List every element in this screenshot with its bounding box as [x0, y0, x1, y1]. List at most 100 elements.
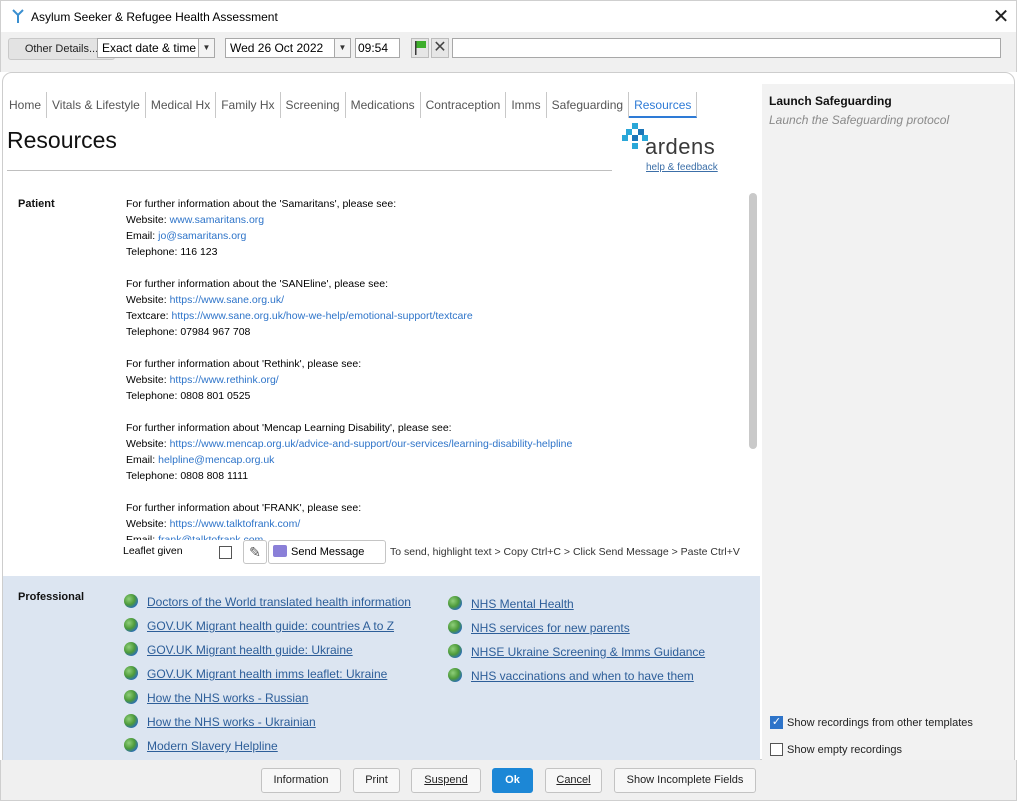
resource-line: Website: https://www.mencap.org.uk/advic…	[126, 436, 746, 452]
globe-icon	[124, 666, 138, 680]
tab-imms[interactable]: Imms	[506, 92, 547, 118]
tab-resources[interactable]: Resources	[629, 92, 698, 118]
suspend-button[interactable]: Suspend	[411, 768, 481, 793]
page-title: Resources	[7, 127, 117, 153]
resource-line: Website: https://www.sane.org.uk/	[126, 292, 746, 308]
tab-bar: Home Vitals & Lifestyle Medical Hx Family H…	[4, 92, 698, 118]
resource-line-key: Telephone:	[126, 326, 178, 338]
tab-family-hx[interactable]: Family Hx	[216, 92, 281, 118]
resource-line-key: Website:	[126, 294, 167, 306]
resource-line-key: Telephone:	[126, 390, 178, 402]
green-flag-icon	[415, 41, 426, 55]
notes-input[interactable]	[452, 38, 1001, 58]
resource-line-key: Website:	[126, 518, 167, 530]
resource-link[interactable]: helpline@mencap.org.uk	[158, 454, 274, 466]
globe-icon	[124, 642, 138, 656]
resource-link[interactable]: https://www.talktofrank.com/	[170, 518, 301, 530]
globe-icon	[124, 594, 138, 608]
resource-link[interactable]: https://www.rethink.org/	[170, 374, 279, 386]
resource-line-key: Textcare:	[126, 310, 169, 322]
resource-link[interactable]: www.samaritans.org	[170, 214, 265, 226]
resource-line: Website: www.samaritans.org	[126, 212, 746, 228]
resource-line: Telephone: 07984 967 708	[126, 324, 746, 340]
help-feedback-link[interactable]: help & feedback	[646, 162, 718, 173]
professional-link[interactable]: Modern Slavery Helpline	[147, 739, 278, 753]
professional-link[interactable]: NHS Mental Health	[471, 597, 574, 611]
send-message-hint: To send, highlight text > Copy Ctrl+C > …	[390, 546, 740, 558]
flag-button[interactable]	[411, 38, 429, 58]
cancel-button[interactable]: Cancel	[545, 768, 602, 793]
close-icon[interactable]: ✕	[986, 3, 1016, 31]
show-empty-recordings-checkbox[interactable]	[770, 743, 783, 756]
professional-link[interactable]: How the NHS works - Russian	[147, 691, 308, 705]
resource-line: Email: helpline@mencap.org.uk	[126, 452, 746, 468]
pencil-icon[interactable]: ✎	[243, 540, 267, 564]
title-divider	[7, 170, 612, 171]
tab-screening[interactable]: Screening	[281, 92, 346, 118]
professional-link[interactable]: NHS vaccinations and when to have them	[471, 669, 694, 683]
vertical-scrollbar[interactable]	[749, 193, 757, 449]
resource-line-key: Email:	[126, 534, 156, 540]
time-input[interactable]: 09:54	[355, 38, 400, 58]
show-empty-recordings-label: Show empty recordings	[787, 744, 902, 756]
window-title: Asylum Seeker & Refugee Health Assessmen…	[31, 10, 278, 24]
resource-link[interactable]: jo@samaritans.org	[158, 230, 246, 242]
chevron-down-icon: ▼	[334, 39, 350, 57]
resource-line-key: Website:	[126, 374, 167, 386]
show-incomplete-fields-button[interactable]: Show Incomplete Fields	[614, 768, 756, 793]
tab-home[interactable]: Home	[4, 92, 48, 118]
tab-vitals-lifestyle[interactable]: Vitals & Lifestyle	[47, 92, 146, 118]
resource-block: For further information about 'FRANK', p…	[126, 500, 746, 540]
resource-line: Telephone: 116 123	[126, 244, 746, 260]
globe-icon	[124, 714, 138, 728]
tab-safeguarding[interactable]: Safeguarding	[547, 92, 630, 118]
send-message-label: Send Message	[291, 546, 365, 558]
professional-link[interactable]: GOV.UK Migrant health guide: countries A…	[147, 619, 394, 633]
resource-value: 116 123	[180, 246, 218, 258]
resource-link[interactable]: https://www.mencap.org.uk/advice-and-sup…	[170, 438, 573, 450]
resource-line: Telephone: 0808 808 1111	[126, 468, 746, 484]
resource-intro: For further information about 'FRANK', p…	[126, 502, 362, 514]
professional-link[interactable]: How the NHS works - Ukrainian	[147, 715, 316, 729]
date-select[interactable]: Wed 26 Oct 2022 ▼	[225, 38, 351, 58]
resource-line: Email: frank@talktofrank.com	[126, 532, 746, 540]
professional-link[interactable]: NHS services for new parents	[471, 621, 630, 635]
send-message-button[interactable]: Send Message	[268, 540, 386, 564]
resource-intro: For further information about the 'Samar…	[126, 198, 397, 210]
resource-line: Website: https://www.talktofrank.com/	[126, 516, 746, 532]
information-button[interactable]: Information	[261, 768, 341, 793]
resource-value: 07984 967 708	[180, 326, 251, 338]
resource-line: Email: jo@samaritans.org	[126, 228, 746, 244]
resource-link[interactable]: https://www.sane.org.uk/how-we-help/emot…	[172, 310, 473, 322]
ok-button[interactable]: Ok	[492, 768, 533, 793]
app-logo-icon	[12, 9, 24, 23]
date-mode-select[interactable]: Exact date & time ▼	[97, 38, 215, 58]
resource-block: For further information about the 'SANEl…	[126, 276, 746, 340]
resource-line: Textcare: https://www.sane.org.uk/how-we…	[126, 308, 746, 324]
ardens-logo-text: ardens	[645, 134, 716, 159]
professional-link[interactable]: NHSE Ukraine Screening & Imms Guidance	[471, 645, 705, 659]
tab-medications[interactable]: Medications	[346, 92, 421, 118]
professional-link[interactable]: GOV.UK Migrant health guide: Ukraine	[147, 643, 353, 657]
show-other-recordings-checkbox[interactable]: ✓	[770, 716, 783, 729]
resource-intro: For further information about 'Mencap Le…	[126, 422, 452, 434]
launch-safeguarding-description: Launch the Safeguarding protocol	[769, 113, 950, 127]
launch-safeguarding-title[interactable]: Launch Safeguarding	[769, 94, 892, 108]
globe-icon	[448, 620, 462, 634]
print-button[interactable]: Print	[353, 768, 400, 793]
message-icon	[273, 545, 287, 557]
leaflet-given-checkbox[interactable]	[219, 546, 232, 559]
resource-line: Website: https://www.rethink.org/	[126, 372, 746, 388]
resource-line-key: Email:	[126, 230, 156, 242]
resource-link[interactable]: https://www.sane.org.uk/	[170, 294, 284, 306]
date-mode-value: Exact date & time	[102, 41, 197, 55]
professional-link[interactable]: GOV.UK Migrant health imms leaflet: Ukra…	[147, 667, 387, 681]
globe-icon	[448, 644, 462, 658]
resource-block: For further information about 'Rethink',…	[126, 356, 746, 404]
professional-link[interactable]: Doctors of the World translated health i…	[147, 595, 411, 609]
chevron-down-icon: ▼	[198, 39, 214, 57]
tab-medical-hx[interactable]: Medical Hx	[146, 92, 217, 118]
clear-icon[interactable]: ✕	[431, 38, 449, 58]
resource-intro: For further information about 'Rethink',…	[126, 358, 362, 370]
tab-contraception[interactable]: Contraception	[421, 92, 507, 118]
